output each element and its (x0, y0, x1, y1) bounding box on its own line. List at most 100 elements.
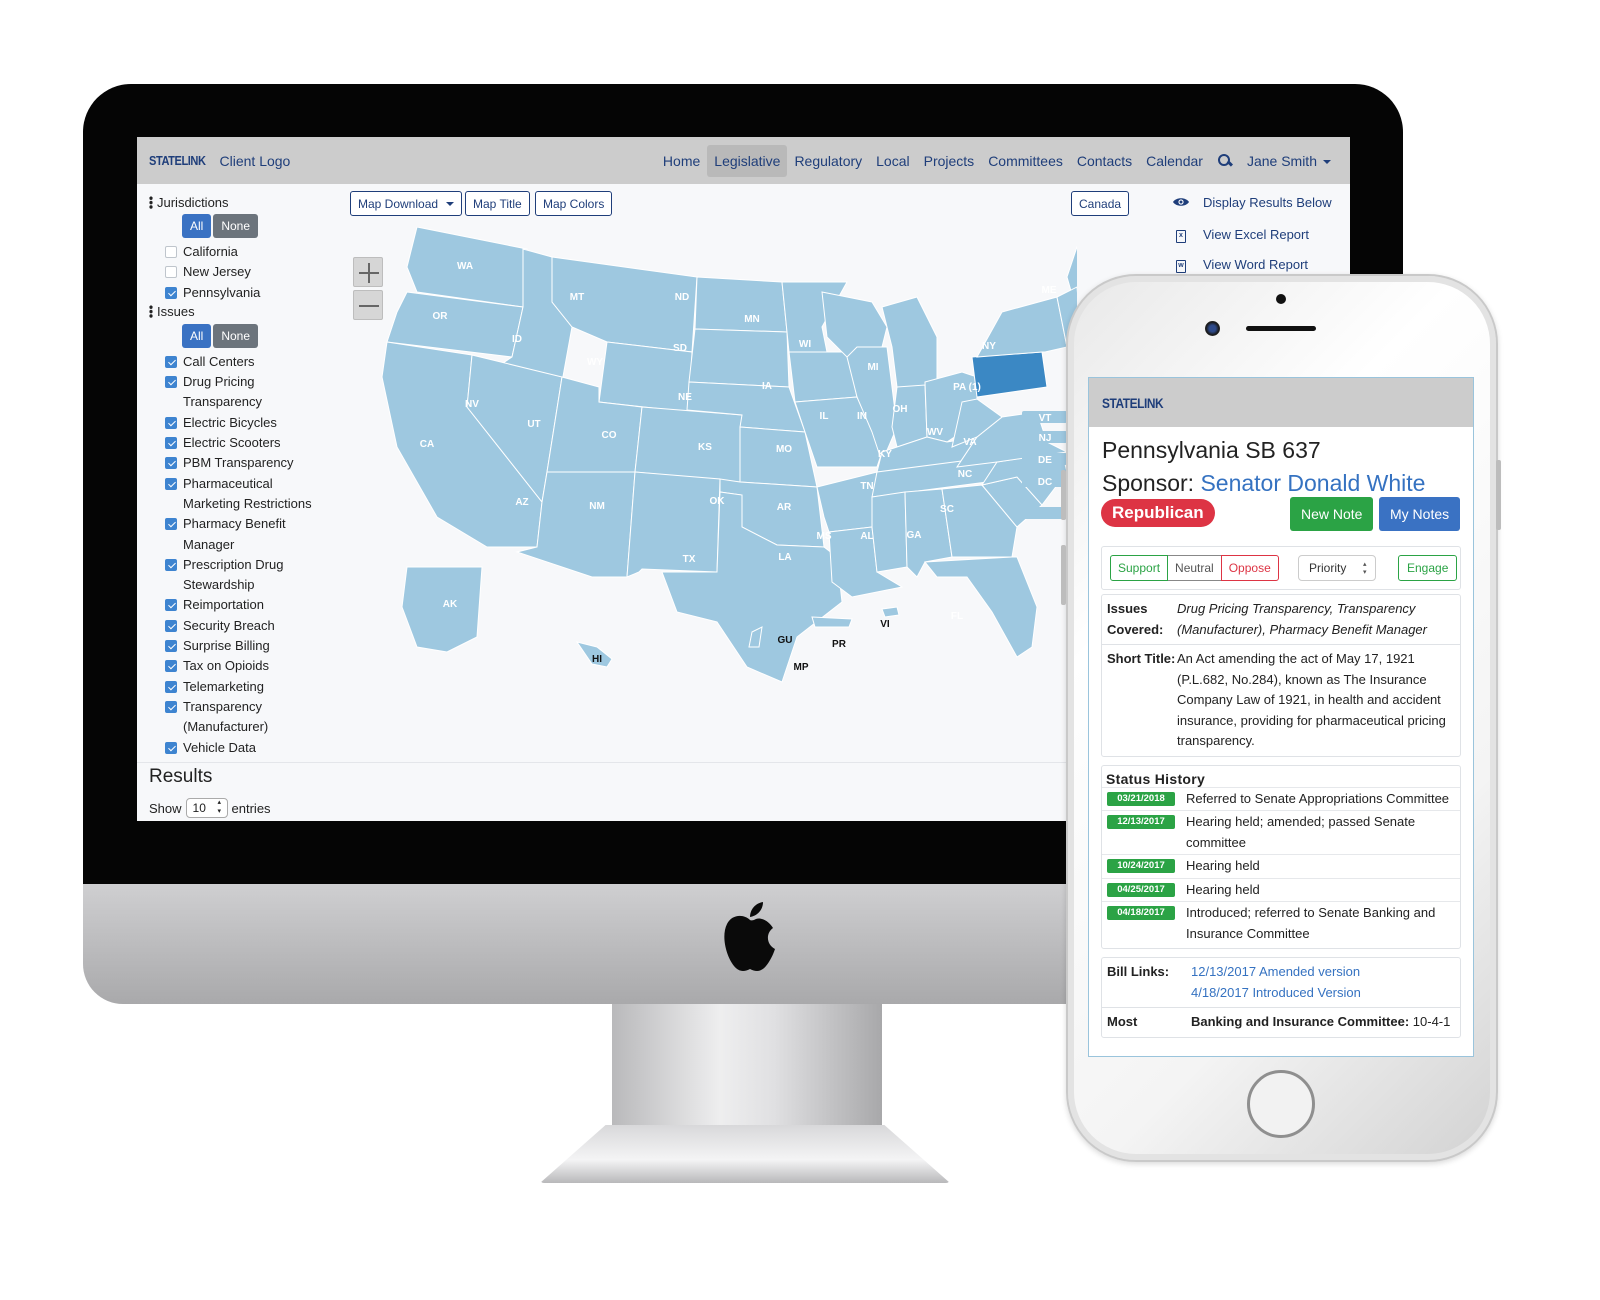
jurisdiction-checkbox-row[interactable]: New Jersey (165, 262, 349, 282)
state-pa[interactable] (971, 351, 1048, 398)
bill-link-amended[interactable]: 12/13/2017 Amended version (1191, 962, 1456, 983)
sponsor-link[interactable]: Senator Donald White (1200, 470, 1425, 496)
jurisdiction-checkbox-row[interactable]: Pennsylvania (165, 283, 349, 303)
nav-home[interactable]: Home (656, 145, 707, 177)
status-history-list: 03/21/2018 Referred to Senate Appropriati… (1102, 786, 1460, 946)
state-label: WI (799, 339, 811, 350)
issue-checkbox-label: Pharmaceutical Marketing Restrictions (183, 475, 312, 511)
entries-select[interactable]: 10 (185, 798, 228, 818)
statelink-logo[interactable]: STATELINK (149, 153, 206, 168)
issue-checkbox-row[interactable]: Vehicle Data (165, 738, 349, 758)
support-button[interactable]: Support (1110, 555, 1169, 581)
jurisdiction-checkbox-row[interactable]: California (165, 242, 349, 262)
bill-link-introduced[interactable]: 4/18/2017 Introduced Version (1191, 983, 1456, 1004)
us-map[interactable]: VT NJ DE DC WA OR CA ID NV MT WY UT AZ CO NM ND SD NE KS OK… (377, 227, 1077, 687)
checkbox-checked[interactable] (165, 376, 177, 389)
checkbox-checked[interactable] (165, 700, 177, 713)
issue-checkbox-row[interactable]: Telemarketing (165, 677, 349, 697)
checkbox-checked[interactable] (165, 680, 177, 693)
display-results-link[interactable]: Display Results Below (1173, 195, 1332, 210)
nav-legislative[interactable]: Legislative (707, 144, 788, 177)
issues-header[interactable]: Issues (149, 303, 349, 321)
issue-checkbox-row[interactable]: Tax on Opioids (165, 656, 349, 676)
jurisdictions-none-button[interactable]: None (213, 214, 259, 238)
search-icon[interactable] (1217, 153, 1233, 169)
checkbox-checked[interactable] (165, 660, 177, 673)
user-name: Jane Smith (1246, 152, 1317, 169)
view-word-report-link[interactable]: w View Word Report (1173, 256, 1308, 273)
state-ms[interactable] (871, 491, 908, 573)
bill-details-card: Issues Covered: Drug Pricing Transparenc… (1101, 594, 1461, 757)
checkbox-checked[interactable] (165, 457, 177, 470)
issues-all-button[interactable]: All (182, 323, 212, 348)
issue-checkbox-row[interactable]: Call Centers (165, 352, 349, 372)
map-download-dropdown[interactable]: Map Download (350, 191, 463, 216)
issue-checkbox-row[interactable]: PBM Transparency (165, 453, 349, 473)
state-co[interactable] (634, 406, 743, 483)
status-date-badge: 03/21/2018 (1107, 791, 1175, 806)
priority-select[interactable]: Priority (1298, 555, 1376, 581)
issue-checkbox-row[interactable]: Security Breach (165, 616, 349, 636)
checkbox-checked[interactable] (165, 741, 177, 754)
neutral-button[interactable]: Neutral (1168, 555, 1221, 581)
state-ks[interactable] (739, 426, 818, 488)
nav-committees[interactable]: Committees (981, 145, 1070, 177)
checkbox-checked[interactable] (165, 437, 177, 450)
state-mt[interactable] (551, 256, 698, 353)
checkbox-checked[interactable] (165, 416, 177, 429)
my-notes-button[interactable]: My Notes (1379, 497, 1461, 531)
checkbox-checked[interactable] (165, 355, 177, 368)
issue-checkbox-row[interactable]: Pharmacy Benefit Manager (165, 514, 349, 555)
bill-sponsor: Sponsor: Senator Donald White (1102, 470, 1473, 497)
drag-handle-icon[interactable] (149, 305, 153, 319)
checkbox-unchecked[interactable] (165, 266, 177, 279)
map-colors-button[interactable]: Map Colors (535, 191, 613, 216)
jurisdictions-all-button[interactable]: All (182, 214, 212, 238)
checkbox-checked[interactable] (165, 599, 177, 612)
nav-local[interactable]: Local (869, 145, 916, 177)
checkbox-checked[interactable] (165, 640, 177, 653)
state-ia[interactable] (788, 351, 858, 403)
state-vi[interactable] (881, 606, 900, 618)
user-menu[interactable]: Jane Smith (1240, 145, 1338, 177)
new-note-button[interactable]: New Note (1290, 497, 1374, 531)
issue-checkbox-row[interactable]: Transparency (Manufacturer) (165, 697, 349, 738)
issue-checkbox-row[interactable]: Prescription Drug Stewardship (165, 555, 349, 596)
issue-checkbox-row[interactable]: Electric Bicycles (165, 413, 349, 433)
nav-calendar[interactable]: Calendar (1139, 145, 1210, 177)
canada-button[interactable]: Canada (1071, 191, 1130, 216)
engage-button[interactable]: Engage (1398, 555, 1458, 581)
state-sd[interactable] (688, 328, 790, 388)
status-history-title: Status History (1106, 770, 1206, 787)
issue-checkbox-row[interactable]: Electric Scooters (165, 433, 349, 453)
issue-checkbox-row[interactable]: Reimportation (165, 595, 349, 615)
state-pr[interactable] (811, 616, 853, 628)
drag-handle-icon[interactable] (149, 195, 153, 209)
map-title-button[interactable]: Map Title (465, 191, 530, 216)
oppose-button[interactable]: Oppose (1220, 555, 1279, 581)
nav-projects[interactable]: Projects (917, 145, 982, 177)
state-in[interactable] (891, 384, 928, 448)
state-nm[interactable] (626, 471, 721, 578)
issues-none-button[interactable]: None (213, 323, 259, 348)
checkbox-checked[interactable] (165, 518, 177, 531)
checkbox-unchecked[interactable] (165, 246, 177, 258)
statelink-logo[interactable]: STATELINK (1102, 395, 1164, 411)
issue-checkbox-row[interactable]: Surprise Billing (165, 636, 349, 656)
issue-checkbox-row[interactable]: Drug Pricing Transparency (165, 372, 349, 413)
issue-checkbox-row[interactable]: Pharmaceutical Marketing Restrictions (165, 474, 349, 515)
state-nd[interactable] (694, 276, 788, 333)
state-fl[interactable] (924, 556, 1038, 658)
small-state-label: VT (1039, 413, 1052, 424)
nav-contacts[interactable]: Contacts (1070, 145, 1139, 177)
checkbox-checked[interactable] (165, 619, 177, 632)
checkbox-checked[interactable] (165, 286, 177, 299)
issue-checkbox-label: Electric Scooters (183, 435, 281, 451)
nav-regulatory[interactable]: Regulatory (787, 145, 869, 177)
checkbox-checked[interactable] (165, 477, 177, 490)
checkbox-checked[interactable] (165, 558, 177, 571)
phone-home-button[interactable] (1247, 1070, 1315, 1138)
view-excel-report-link[interactable]: x View Excel Report (1173, 226, 1309, 243)
jurisdictions-header[interactable]: Jurisdictions (149, 193, 349, 211)
client-logo[interactable]: Client Logo (220, 153, 291, 169)
